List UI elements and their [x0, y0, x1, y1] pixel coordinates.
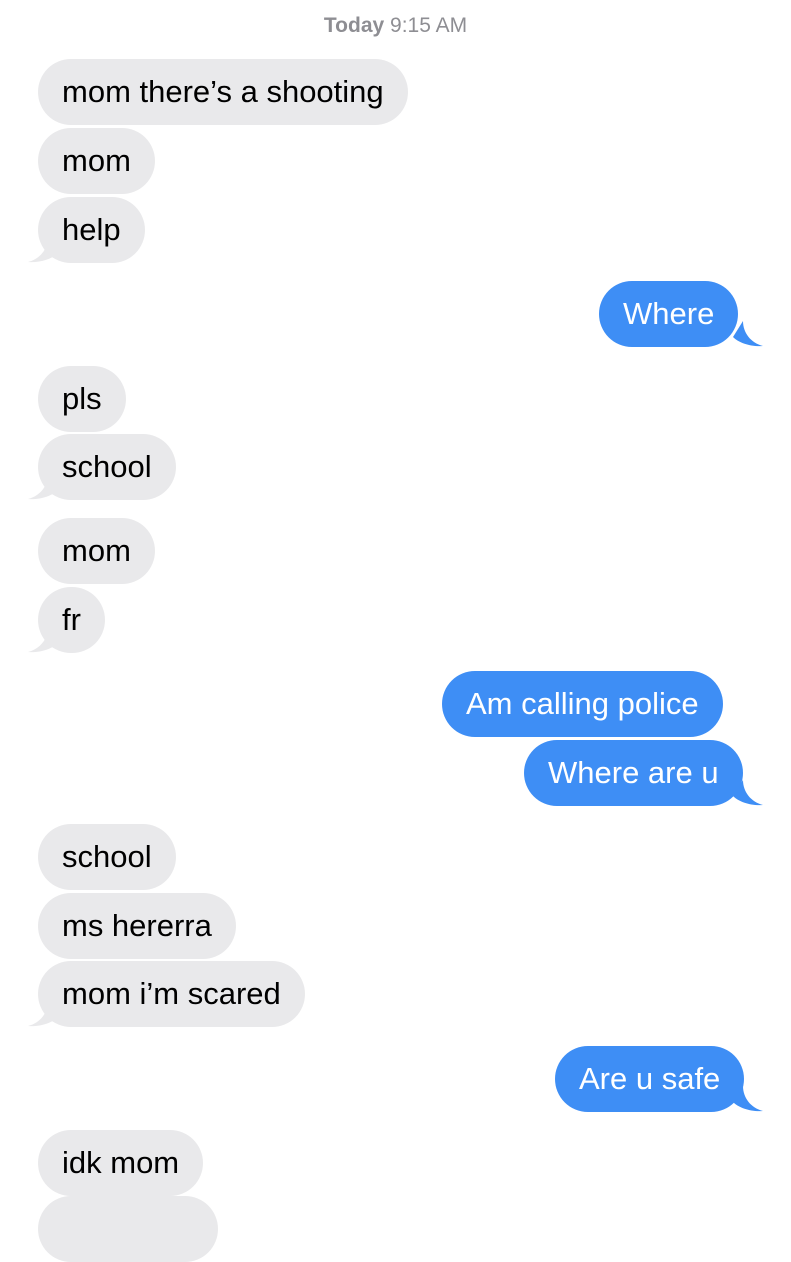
incoming-message-bubble-partial[interactable] — [38, 1196, 218, 1262]
incoming-message-bubble[interactable]: mom i’m scared — [38, 961, 305, 1027]
incoming-message-bubble[interactable]: ms hererra — [38, 893, 236, 959]
incoming-message-bubble[interactable]: pls — [38, 366, 126, 432]
timestamp-time: 9:15 AM — [390, 14, 468, 37]
incoming-message-bubble[interactable]: idk mom — [38, 1130, 204, 1196]
conversation-timestamp: Today 9:15 AM — [0, 14, 791, 38]
outgoing-bubble-tail — [733, 321, 763, 347]
outgoing-message-bubble[interactable]: Am calling police — [442, 671, 723, 737]
timestamp-day: Today — [323, 14, 385, 37]
outgoing-message-bubble[interactable]: Where are u — [524, 740, 743, 806]
incoming-message-bubble[interactable]: help — [38, 197, 145, 263]
outgoing-message-bubble[interactable]: Are u safe — [555, 1046, 745, 1112]
incoming-message-bubble[interactable]: fr — [38, 587, 105, 653]
outgoing-message-bubble[interactable]: Where — [599, 281, 739, 347]
incoming-message-bubble[interactable]: school — [38, 824, 176, 890]
incoming-message-bubble[interactable]: school — [38, 434, 176, 500]
incoming-message-bubble[interactable]: mom there’s a shooting — [38, 59, 408, 125]
incoming-message-bubble[interactable]: mom — [38, 518, 155, 584]
incoming-message-bubble[interactable]: mom — [38, 128, 155, 194]
